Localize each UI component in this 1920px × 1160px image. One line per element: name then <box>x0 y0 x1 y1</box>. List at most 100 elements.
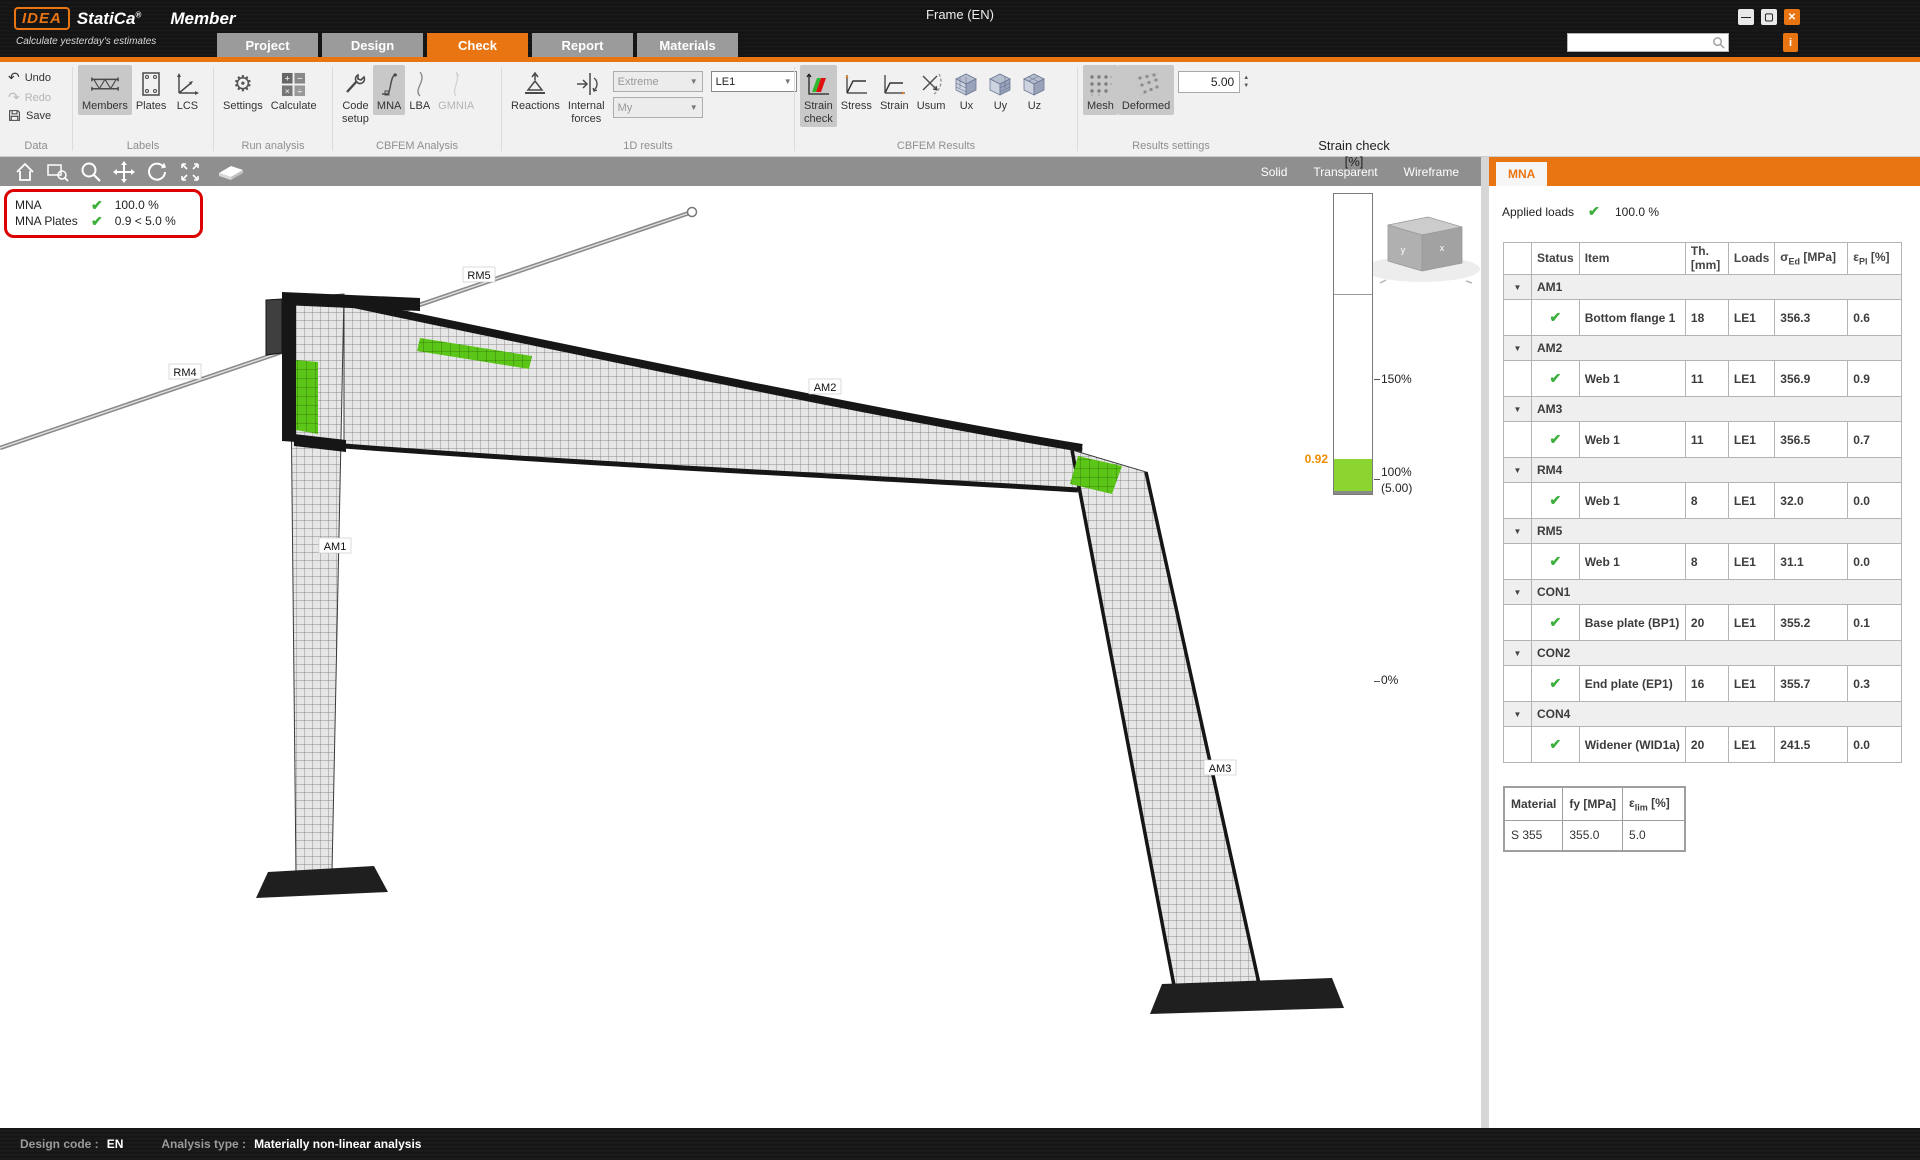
mesh-button[interactable]: Mesh <box>1083 65 1118 115</box>
result-row[interactable]: ✔ Base plate (BP1) 20 LE1 355.2 0.1 <box>1504 605 1902 641</box>
member-label-RM4[interactable]: RM4 <box>169 364 201 379</box>
collapse-arrow-icon[interactable]: ▼ <box>1504 702 1532 727</box>
group-row-AM1[interactable]: ▼ AM1 <box>1504 275 1902 300</box>
spinner-arrows[interactable]: ▲▼ <box>1240 71 1249 93</box>
result-row[interactable]: ✔ Widener (WID1a) 20 LE1 241.5 0.0 <box>1504 727 1902 763</box>
group-label-cbfem-analysis: CBFEM Analysis <box>333 139 501 156</box>
rotate-button[interactable] <box>140 159 173 185</box>
result-row[interactable]: ✔ Bottom flange 1 18 LE1 356.3 0.6 <box>1504 300 1902 336</box>
result-row[interactable]: ✔ Web 1 11 LE1 356.5 0.7 <box>1504 422 1902 458</box>
view-mode-solid[interactable]: Solid <box>1261 165 1288 179</box>
panel-splitter[interactable] <box>1481 157 1489 1128</box>
svg-text:÷: ÷ <box>298 86 303 96</box>
code-setup-button[interactable]: Code setup <box>338 65 373 127</box>
uy-button[interactable]: Uy <box>983 65 1017 115</box>
group-row-AM3[interactable]: ▼ AM3 <box>1504 397 1902 422</box>
tab-design[interactable]: Design <box>322 33 423 57</box>
group-row-RM4[interactable]: ▼ RM4 <box>1504 458 1902 483</box>
collapse-arrow-icon[interactable]: ▼ <box>1504 336 1532 361</box>
group-label-1d-results: 1D results <box>502 139 794 156</box>
collapse-arrow-icon[interactable]: ▼ <box>1504 458 1532 483</box>
undo-button[interactable]: ↶ Undo <box>8 69 70 86</box>
info-button[interactable]: i <box>1783 33 1798 52</box>
usum-button[interactable]: Usum <box>913 65 950 115</box>
tab-report[interactable]: Report <box>532 33 633 57</box>
strain-check-button[interactable]: Strain check <box>800 65 837 127</box>
redo-button[interactable]: ↷ Redo <box>8 89 70 106</box>
member-label-RM5[interactable]: RM5 <box>463 267 495 282</box>
mna-button[interactable]: MNA <box>373 65 405 115</box>
group-name: CON1 <box>1532 580 1902 605</box>
stress-button[interactable]: Stress <box>837 65 876 115</box>
minimize-button[interactable]: — <box>1738 9 1754 25</box>
lcs-button[interactable]: LCS <box>170 65 204 115</box>
check-icon: ✔ <box>1549 492 1561 508</box>
zoom-window-button[interactable] <box>41 159 74 185</box>
ribbon-group-data: ↶ Undo ↷ Redo Save Data <box>0 62 72 156</box>
ux-icon <box>953 68 979 100</box>
settings-button[interactable]: ⚙ Settings <box>219 65 267 115</box>
group-row-AM2[interactable]: ▼ AM2 <box>1504 336 1902 361</box>
member-label-AM2[interactable]: AM2 <box>809 379 841 394</box>
tab-check[interactable]: Check <box>427 33 528 57</box>
strain-button[interactable]: Strain <box>876 65 913 115</box>
zoom-fit-button[interactable] <box>173 159 206 185</box>
ribbon-group-labels: Members Plates LCS Labels <box>73 62 213 156</box>
lba-button[interactable]: LBA <box>405 65 434 115</box>
result-row[interactable]: ✔ Web 1 11 LE1 356.9 0.9 <box>1504 361 1902 397</box>
plates-button[interactable]: Plates <box>132 65 171 115</box>
loadcase-dropdown[interactable]: LE1▼ <box>711 71 797 92</box>
collapse-arrow-icon[interactable]: ▼ <box>1504 519 1532 544</box>
deformed-button[interactable]: Deformed <box>1118 65 1174 115</box>
view-cube[interactable]: y x <box>1358 217 1481 283</box>
search-box[interactable] <box>1567 33 1729 52</box>
gmnia-button[interactable]: GMNIA <box>434 65 478 115</box>
tab-materials[interactable]: Materials <box>637 33 738 57</box>
group-row-CON4[interactable]: ▼ CON4 <box>1504 702 1902 727</box>
column-header: σEd [MPa] <box>1775 243 1848 275</box>
tab-project[interactable]: Project <box>217 33 318 57</box>
clipping-button[interactable] <box>214 159 247 185</box>
loads-cell: LE1 <box>1728 422 1774 458</box>
close-button[interactable]: ✕ <box>1784 9 1800 25</box>
chevron-down-icon: ▼ <box>690 103 698 112</box>
pan-button[interactable] <box>107 159 140 185</box>
member-label-AM1[interactable]: AM1 <box>319 538 351 553</box>
maximize-button[interactable]: ▢ <box>1761 9 1777 25</box>
deformed-icon <box>1132 68 1160 100</box>
group-row-RM5[interactable]: ▼ RM5 <box>1504 519 1902 544</box>
viewport-3d[interactable]: y x RM5 RM4 AM2 AM1 AM3 MNA ✔ 100.0 % MN… <box>0 186 1481 1128</box>
members-button[interactable]: Members <box>78 65 132 115</box>
calculate-button[interactable]: + − × ÷ Calculate <box>267 65 321 115</box>
view-mode-wireframe[interactable]: Wireframe <box>1404 165 1459 179</box>
reactions-button[interactable]: Reactions <box>507 65 564 115</box>
item-cell: End plate (EP1) <box>1579 666 1685 702</box>
group-row-CON1[interactable]: ▼ CON1 <box>1504 580 1902 605</box>
status-cell: ✔ <box>1532 605 1580 641</box>
uz-button[interactable]: Uz <box>1017 65 1051 115</box>
my-dropdown[interactable]: My▼ <box>613 97 703 118</box>
collapse-arrow-icon[interactable]: ▼ <box>1504 275 1532 300</box>
result-row[interactable]: ✔ Web 1 8 LE1 32.0 0.0 <box>1504 483 1902 519</box>
collapse-arrow-icon[interactable]: ▼ <box>1504 397 1532 422</box>
svg-text:RM4: RM4 <box>173 367 196 379</box>
collapse-arrow-icon[interactable]: ▼ <box>1504 580 1532 605</box>
zoom-button[interactable] <box>74 159 107 185</box>
material-row[interactable]: S 355355.05.0 <box>1504 820 1685 851</box>
deformed-scale-input[interactable]: 5.00 <box>1178 71 1240 93</box>
home-view-button[interactable] <box>8 159 41 185</box>
ux-button[interactable]: Ux <box>949 65 983 115</box>
search-input[interactable] <box>1568 35 1709 50</box>
save-button[interactable]: Save <box>8 109 70 122</box>
result-row[interactable]: ✔ Web 1 8 LE1 31.1 0.0 <box>1504 544 1902 580</box>
item-cell: Web 1 <box>1579 544 1685 580</box>
result-row[interactable]: ✔ End plate (EP1) 16 LE1 355.7 0.3 <box>1504 666 1902 702</box>
collapse-arrow-icon[interactable]: ▼ <box>1504 641 1532 666</box>
member-label-AM3[interactable]: AM3 <box>1204 760 1236 775</box>
extreme-dropdown[interactable]: Extreme▼ <box>613 71 703 92</box>
overlay-check-name: MNA Plates <box>15 213 91 229</box>
tagline: Calculate yesterday's estimates <box>16 36 156 47</box>
group-row-CON2[interactable]: ▼ CON2 <box>1504 641 1902 666</box>
panel-tab-mna[interactable]: MNA <box>1496 162 1547 186</box>
internal-forces-button[interactable]: Internal forces <box>564 65 609 127</box>
